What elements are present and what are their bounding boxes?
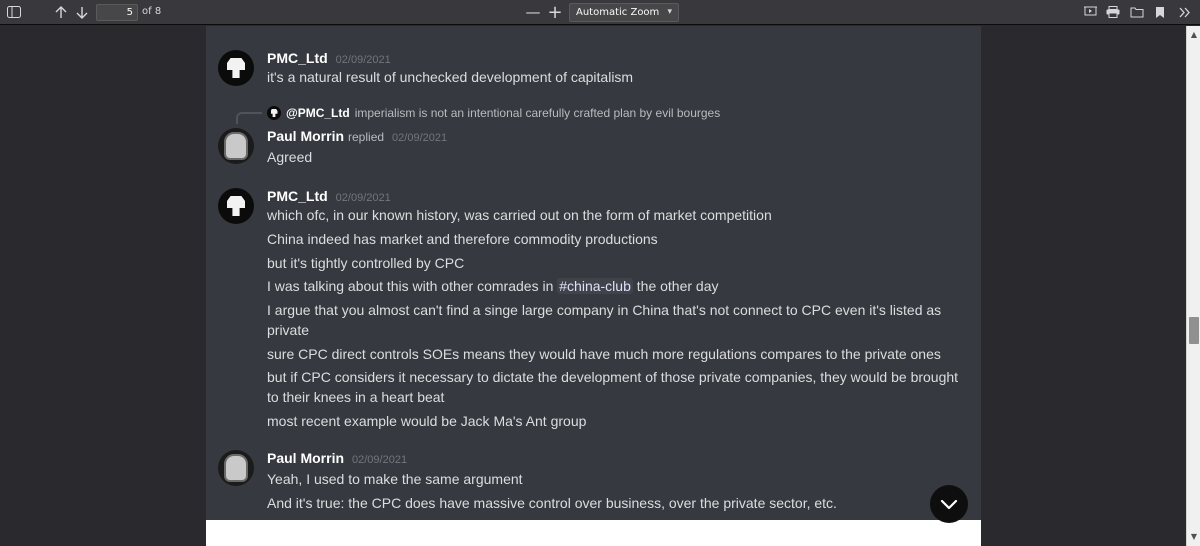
page-count-label: of 8 bbox=[142, 6, 162, 17]
message-line: Agreed bbox=[267, 149, 313, 165]
avatar bbox=[218, 450, 254, 486]
avatar bbox=[218, 188, 254, 224]
message-header: Paul Morrin replied 02/09/2021 bbox=[267, 128, 447, 144]
username: PMC_Ltd bbox=[267, 50, 328, 66]
message-line: I argue that you almost can't find a sin… bbox=[267, 302, 942, 338]
bookmark-icon[interactable] bbox=[1149, 2, 1171, 22]
message-text: I was talking about this with other comr… bbox=[267, 278, 558, 294]
message-line: And it's true: the CPC does have massive… bbox=[267, 495, 837, 511]
channel-mention[interactable]: #china-club bbox=[557, 278, 633, 294]
chevron-down-icon: ▾ bbox=[667, 7, 672, 17]
message-line: but it's tightly controlled by CPC bbox=[267, 255, 465, 271]
zoom-in-button[interactable]: + bbox=[544, 2, 566, 23]
vertical-scrollbar[interactable]: ▲ ▼ bbox=[1186, 26, 1200, 546]
reply-reference[interactable]: @PMC_Ltd imperialism is not an intention… bbox=[267, 106, 720, 120]
document-viewer: PMC_Ltd 02/09/2021 it's a natural result… bbox=[0, 26, 1200, 546]
scroll-down-arrow-icon[interactable]: ▼ bbox=[1189, 532, 1199, 542]
message-header: Paul Morrin 02/09/2021 bbox=[267, 450, 407, 466]
message-line: most recent example would be Jack Ma's A… bbox=[267, 413, 587, 429]
zoom-select-value: Automatic Zoom bbox=[576, 7, 660, 18]
arrow-up-icon[interactable] bbox=[50, 2, 72, 22]
timestamp: 02/09/2021 bbox=[392, 132, 448, 144]
message-line: Yeah, I used to make the same argument bbox=[267, 471, 523, 487]
avatar bbox=[267, 106, 281, 120]
replied-label: replied bbox=[348, 130, 385, 144]
pdf-page: PMC_Ltd 02/09/2021 it's a natural result… bbox=[206, 26, 981, 546]
username: PMC_Ltd bbox=[267, 188, 328, 204]
username: Paul Morrin bbox=[267, 450, 345, 466]
message-line: China indeed has market and therefore co… bbox=[267, 231, 658, 247]
reply-spine bbox=[236, 112, 262, 124]
message-line: but if CPC considers it necessary to dic… bbox=[267, 369, 959, 405]
message-line: I was talking about this with other comr… bbox=[267, 276, 969, 296]
message-header: PMC_Ltd 02/09/2021 bbox=[267, 188, 391, 204]
message-line: sure CPC direct controls SOEs means they… bbox=[267, 346, 941, 362]
avatar bbox=[218, 50, 254, 86]
open-file-icon[interactable] bbox=[1126, 2, 1148, 22]
sidebar-toggle-icon[interactable] bbox=[3, 2, 25, 22]
presentation-icon[interactable] bbox=[1079, 2, 1101, 22]
page-number-input[interactable]: 5 bbox=[96, 4, 138, 21]
pdf-toolbar: 5 of 8 — + Automatic Zoom ▾ bbox=[0, 0, 1200, 25]
zoom-select[interactable]: Automatic Zoom ▾ bbox=[569, 3, 679, 22]
message-header: PMC_Ltd 02/09/2021 bbox=[267, 50, 391, 66]
chevron-down-icon bbox=[940, 499, 958, 509]
jump-to-bottom-button[interactable] bbox=[930, 485, 968, 523]
scroll-up-arrow-icon[interactable]: ▲ bbox=[1189, 30, 1199, 40]
zoom-out-button[interactable]: — bbox=[522, 2, 544, 22]
timestamp: 02/09/2021 bbox=[335, 192, 391, 204]
reply-preview-text: imperialism is not an intentional carefu… bbox=[354, 106, 721, 120]
reply-mention[interactable]: @PMC_Ltd bbox=[286, 106, 350, 120]
message-line: it's a natural result of unchecked devel… bbox=[267, 69, 634, 85]
avatar bbox=[218, 128, 254, 164]
arrow-down-icon[interactable] bbox=[71, 2, 93, 22]
scrollbar-thumb[interactable] bbox=[1189, 317, 1199, 344]
timestamp: 02/09/2021 bbox=[352, 454, 408, 466]
double-chevron-right-icon[interactable] bbox=[1174, 2, 1196, 22]
print-icon[interactable] bbox=[1102, 2, 1124, 22]
chat-screenshot: PMC_Ltd 02/09/2021 it's a natural result… bbox=[206, 26, 981, 523]
message-line: which ofc, in our known history, was car… bbox=[267, 207, 772, 223]
message-text: the other day bbox=[632, 278, 719, 294]
timestamp: 02/09/2021 bbox=[335, 54, 391, 66]
username: Paul Morrin bbox=[267, 128, 345, 144]
